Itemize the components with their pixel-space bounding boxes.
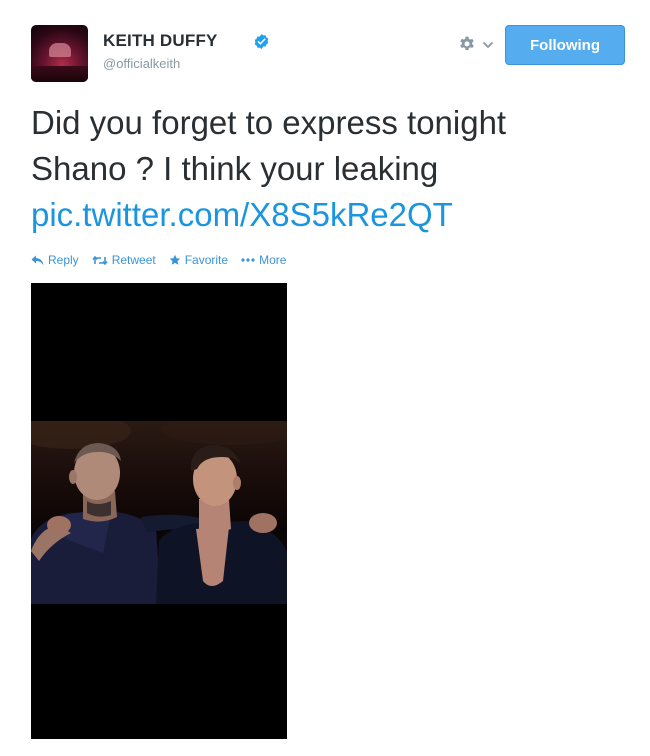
more-label: More [259, 253, 287, 267]
more-dots-icon [241, 258, 255, 262]
tweet-text-line-2: Shano ? I think your leaking [31, 150, 439, 187]
photo-figures [31, 413, 287, 604]
tweet-photo[interactable] [31, 283, 287, 739]
tweet-text: Did you forget to express tonight Shano … [31, 100, 621, 238]
more-action[interactable]: More [241, 253, 286, 267]
tweet-link[interactable]: pic.twitter.com/X8S5kRe2QT [31, 192, 621, 238]
following-button[interactable]: Following [505, 25, 625, 65]
star-icon [169, 254, 180, 265]
gear-icon[interactable] [457, 35, 477, 55]
retweet-label: Retweet [111, 253, 156, 267]
avatar[interactable] [31, 25, 88, 82]
retweet-icon [92, 255, 108, 265]
chevron-down-icon[interactable] [482, 39, 494, 51]
reply-action[interactable]: Reply [31, 253, 79, 267]
reply-icon [31, 255, 44, 265]
tweet-actions: Reply Retweet Favorite More [31, 252, 299, 268]
photo-scene [31, 413, 287, 604]
screen-name[interactable]: @officialkeith [103, 56, 180, 71]
favorite-action[interactable]: Favorite [169, 253, 228, 267]
display-name[interactable]: KEITH DUFFY [103, 31, 218, 51]
tweet-text-line-1: Did you forget to express tonight [31, 104, 507, 141]
favorite-label: Favorite [184, 253, 229, 267]
reply-label: Reply [48, 253, 79, 267]
verified-badge-icon [254, 34, 269, 49]
retweet-action[interactable]: Retweet [92, 253, 156, 267]
